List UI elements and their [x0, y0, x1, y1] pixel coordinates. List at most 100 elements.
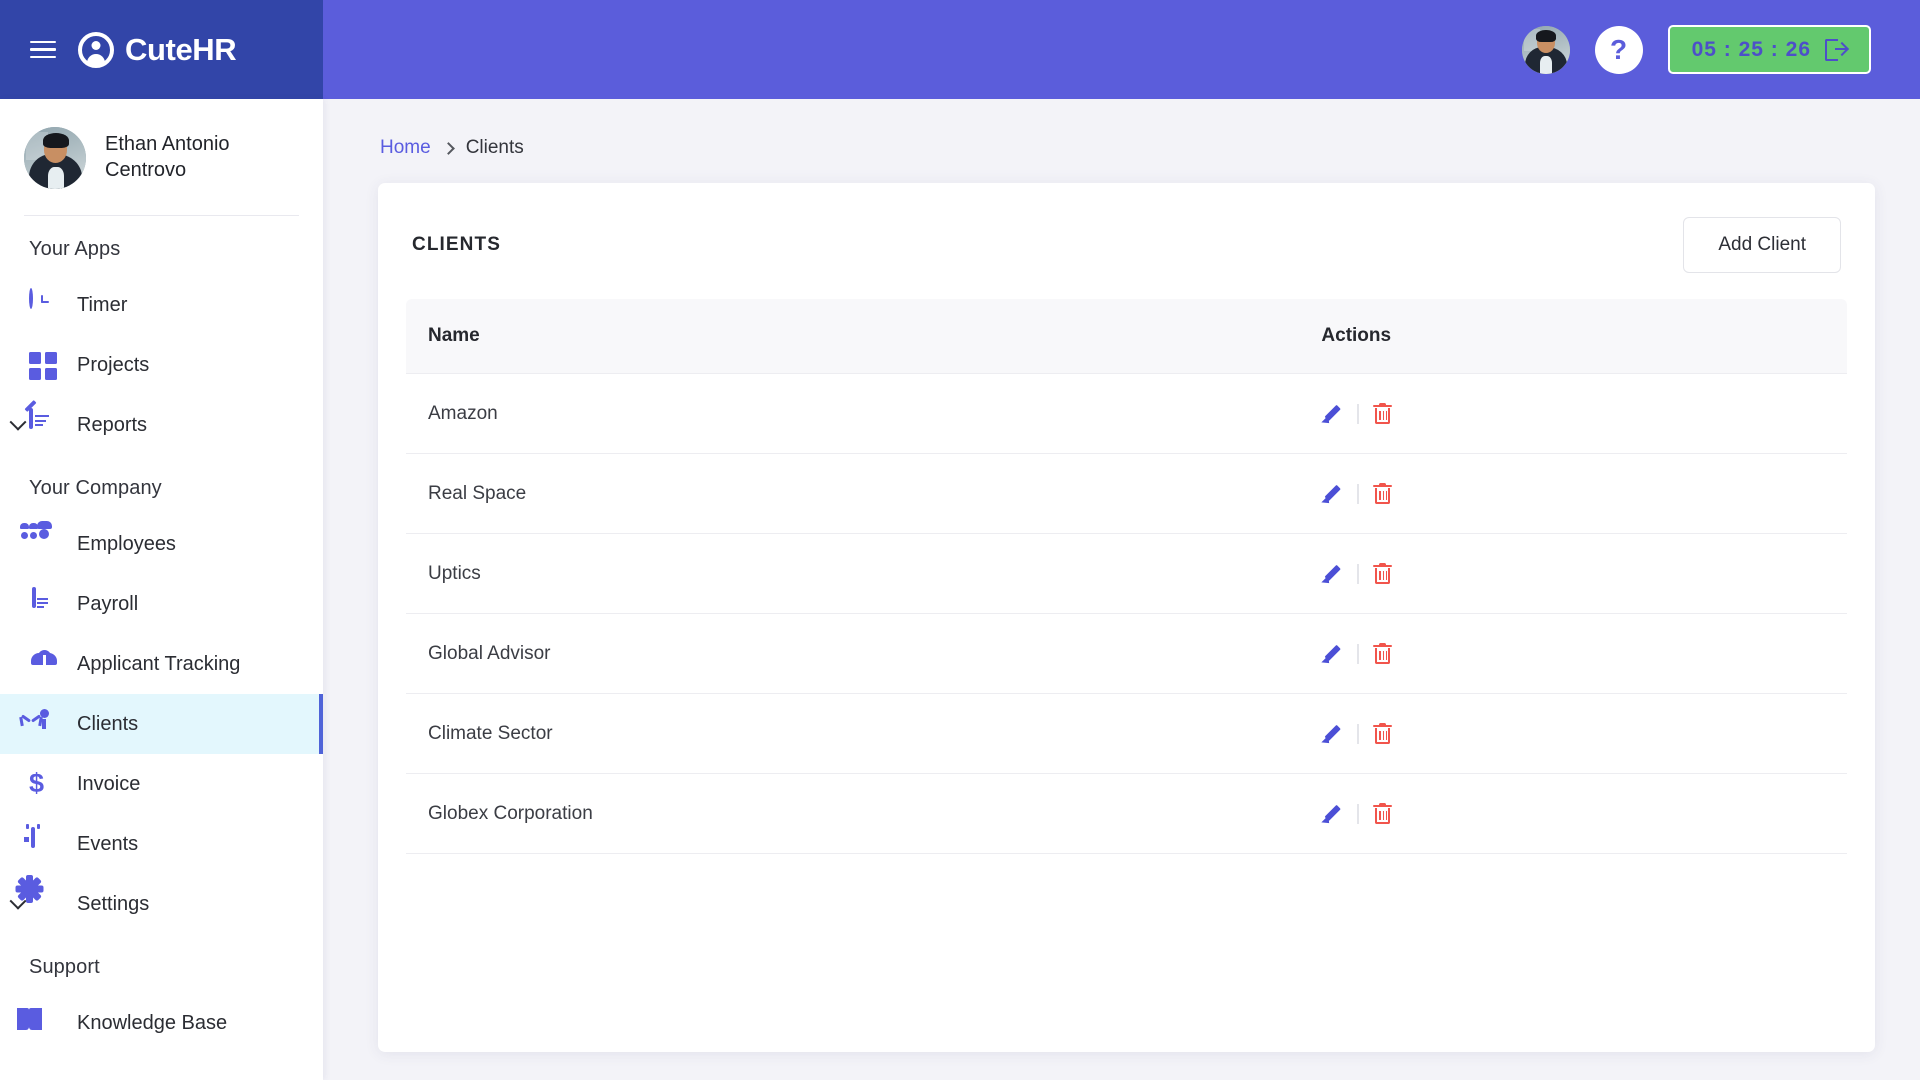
action-divider — [1357, 803, 1359, 824]
cell-client-name: Real Space — [406, 453, 1300, 534]
table-row[interactable]: Globex Corporation — [406, 773, 1847, 854]
profile-avatar — [24, 127, 86, 189]
action-divider — [1357, 483, 1359, 504]
cell-actions — [1299, 773, 1847, 854]
sidebar-profile[interactable]: Ethan Antonio Centrovo — [0, 99, 323, 215]
sidebar-item-label: Events — [77, 832, 139, 855]
profile-name: Ethan Antonio Centrovo — [105, 133, 230, 181]
sidebar-item-label: Clients — [77, 712, 139, 735]
grid-icon — [29, 350, 59, 380]
cell-actions — [1299, 373, 1847, 454]
gear-icon — [15, 875, 59, 919]
edit-pencil-icon[interactable] — [1321, 483, 1343, 507]
cell-actions — [1299, 453, 1847, 534]
sidebar-item-knowledge-base[interactable]: Knowledge Base — [0, 993, 323, 1053]
add-client-button[interactable]: Add Client — [1683, 217, 1841, 273]
collapse-sidebar-icon[interactable] — [22, 33, 56, 67]
edit-pencil-icon[interactable] — [1321, 723, 1343, 747]
trash-icon[interactable] — [1372, 402, 1392, 425]
people-icon — [20, 521, 59, 559]
calendar-icon — [24, 824, 59, 859]
cell-actions — [1299, 533, 1847, 614]
timer-clockout-button[interactable]: 05 : 25 : 26 — [1667, 25, 1871, 74]
chevron-down-icon[interactable] — [9, 413, 27, 431]
sidebar: Ethan Antonio Centrovo Your Apps Timer P… — [0, 99, 323, 1080]
table-head: Name Actions — [406, 299, 1847, 374]
trash-icon[interactable] — [1372, 562, 1392, 585]
edit-pencil-icon[interactable] — [1321, 803, 1343, 827]
breadcrumb-home-link[interactable]: Home — [380, 137, 431, 159]
payroll-document-icon — [29, 587, 59, 619]
header-avatar[interactable] — [1521, 25, 1570, 74]
report-edit-icon — [24, 399, 59, 440]
sidebar-item-label: Employees — [77, 532, 176, 555]
action-divider — [1357, 643, 1359, 664]
cell-client-name: Uptics — [406, 533, 1300, 614]
cell-client-name: Globex Corporation — [406, 773, 1300, 854]
edit-pencil-icon[interactable] — [1321, 643, 1343, 667]
book-icon — [16, 1008, 59, 1038]
table-row[interactable]: Amazon — [406, 373, 1847, 454]
sidebar-item-invoice[interactable]: $ Invoice — [0, 754, 323, 814]
cutehr-logo-icon — [78, 31, 114, 68]
app-title: CuteHR — [125, 31, 237, 67]
trash-icon[interactable] — [1372, 802, 1392, 825]
table-row[interactable]: Climate Sector — [406, 693, 1847, 774]
sidebar-item-label: Settings — [77, 892, 150, 915]
clients-table: Name Actions Amazon Real Space Uptics Gl… — [406, 299, 1847, 854]
sidebar-item-applicant-tracking[interactable]: Applicant Tracking — [0, 634, 323, 694]
sidebar-item-clients[interactable]: Clients — [0, 694, 323, 754]
app-logo[interactable]: CuteHR — [78, 31, 237, 68]
clients-card: CLIENTS Add Client Name Actions Amazon R… — [378, 183, 1875, 1052]
table-row[interactable]: Uptics — [406, 533, 1847, 614]
edit-pencil-icon[interactable] — [1321, 563, 1343, 587]
action-divider — [1357, 563, 1359, 584]
sidebar-item-projects[interactable]: Projects — [0, 335, 323, 395]
trash-icon[interactable] — [1372, 642, 1392, 665]
brand-area: CuteHR — [0, 0, 323, 99]
breadcrumb-current: Clients — [465, 137, 524, 158]
sidebar-item-label: Applicant Tracking — [77, 652, 241, 675]
sidebar-item-payroll[interactable]: Payroll — [0, 574, 323, 634]
header-bar: ? 05 : 25 : 26 — [323, 0, 1920, 99]
cell-client-name: Global Advisor — [406, 613, 1300, 694]
trash-icon[interactable] — [1372, 722, 1392, 745]
cell-client-name: Amazon — [406, 373, 1300, 454]
person-tie-icon — [29, 649, 59, 679]
sidebar-item-label: Projects — [77, 353, 150, 376]
clock-out-icon — [1825, 38, 1847, 61]
sidebar-item-events[interactable]: Events — [0, 814, 323, 874]
body-area: Ethan Antonio Centrovo Your Apps Timer P… — [0, 99, 1920, 1080]
client-person-icon — [19, 709, 59, 739]
dollar-icon: $ — [29, 768, 45, 798]
clock-icon — [29, 288, 59, 320]
action-divider — [1357, 403, 1359, 424]
sidebar-item-label: Reports — [77, 413, 148, 436]
column-header-actions: Actions — [1299, 299, 1847, 374]
action-divider — [1357, 723, 1359, 744]
top-bar: CuteHR ? 05 : 25 : 26 — [0, 0, 1920, 99]
sidebar-item-settings[interactable]: Settings — [0, 874, 323, 934]
sidebar-item-employees[interactable]: Employees — [0, 514, 323, 574]
table-row[interactable]: Real Space — [406, 453, 1847, 534]
chevron-right-icon — [441, 141, 455, 155]
sidebar-item-timer[interactable]: Timer — [0, 275, 323, 335]
help-question-icon[interactable]: ? — [1594, 25, 1643, 74]
column-header-name: Name — [406, 299, 1300, 374]
sidebar-item-label: Invoice — [77, 772, 141, 795]
table-header-row: Name Actions — [406, 299, 1847, 374]
table-body: Amazon Real Space Uptics Global Advisor … — [406, 373, 1847, 854]
cell-client-name: Climate Sector — [406, 693, 1300, 774]
sidebar-group-title-support: Support — [29, 956, 100, 978]
app-root: CuteHR ? 05 : 25 : 26 Ethan Antonio Cent… — [0, 0, 1920, 1080]
edit-pencil-icon[interactable] — [1321, 403, 1343, 427]
sidebar-item-label: Timer — [77, 293, 128, 316]
cell-actions — [1299, 693, 1847, 774]
sidebar-item-reports[interactable]: Reports — [0, 395, 323, 455]
timer-value: 05 : 25 : 26 — [1691, 37, 1811, 61]
breadcrumb: Home Clients — [378, 137, 1875, 159]
trash-icon[interactable] — [1372, 482, 1392, 505]
sidebar-group-title-company: Your Company — [29, 477, 162, 499]
table-row[interactable]: Global Advisor — [406, 613, 1847, 694]
card-header: CLIENTS Add Client — [406, 209, 1847, 273]
